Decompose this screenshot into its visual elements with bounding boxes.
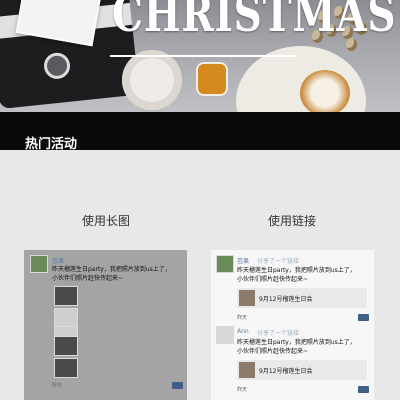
section-header: 热门活动 [0,112,400,152]
post-text-line: 小伙伴们照片赶快传起来~ [52,275,124,282]
post-text-line: 昨天榴莲生日party，我把照片放到us上了， [237,339,356,346]
post-time: 昨天 [52,383,63,389]
photo-thumbnail[interactable] [54,286,78,306]
section-title: 热门活动 [25,137,78,152]
photo-thumbnail[interactable] [54,358,78,378]
comment-icon[interactable] [358,314,369,321]
long-image-preview[interactable]: 芭果 昨天榴莲生日party，我把照片放到us上了， 小伙伴们照片赶快传起来~ … [24,250,187,400]
shared-label: 分享了一个链接 [257,258,300,265]
left-column-caption: 使用长图 [81,214,130,228]
comment-icon[interactable] [358,386,369,393]
photo-thumbnail[interactable] [54,336,78,356]
camera-lens [42,51,72,81]
avatar[interactable] [30,255,48,273]
jam-jar [196,62,228,96]
link-card[interactable]: 9月12号榴莲生日会 [237,360,367,380]
link-title: 9月12号榴莲生日会 [259,296,313,303]
link-thumbnail [239,362,255,378]
hero-banner[interactable]: CHRISTMAS [0,0,400,112]
username[interactable]: Ann [237,328,249,335]
link-thumbnail [239,290,255,306]
post-text-line: 小伙伴们照片赶快传起来~ [237,348,309,355]
post-text-line: 昨天榴莲生日party，我把照片放到us上了， [52,266,171,273]
avatar[interactable] [216,326,234,344]
username[interactable]: 芭果 [52,256,64,265]
banner-title: CHRISTMAS [111,0,397,43]
link-card[interactable]: 9月12号榴莲生日会 [237,288,367,308]
post-text-line: 昨天榴莲生日party，我把照片放到us上了， [237,267,356,274]
post-time: 昨天 [237,387,248,393]
photo-thumbnail[interactable] [54,308,78,328]
tart [300,70,350,112]
right-column-caption: 使用链接 [267,214,316,228]
banner-title-underline [110,55,296,57]
avatar[interactable] [216,255,234,273]
link-preview[interactable]: 芭果 分享了一个链接 昨天榴莲生日party，我把照片放到us上了， 小伙伴们照… [211,250,374,400]
coffee-cup [122,50,182,110]
username[interactable]: 芭果 [237,256,249,265]
shared-label: 分享了一个链接 [257,330,300,337]
comment-icon[interactable] [172,382,183,389]
link-title: 9月12号榴莲生日会 [259,368,313,375]
post-text-line: 小伙伴们照片赶快传起来~ [237,276,309,283]
post-time: 昨天 [237,315,248,321]
